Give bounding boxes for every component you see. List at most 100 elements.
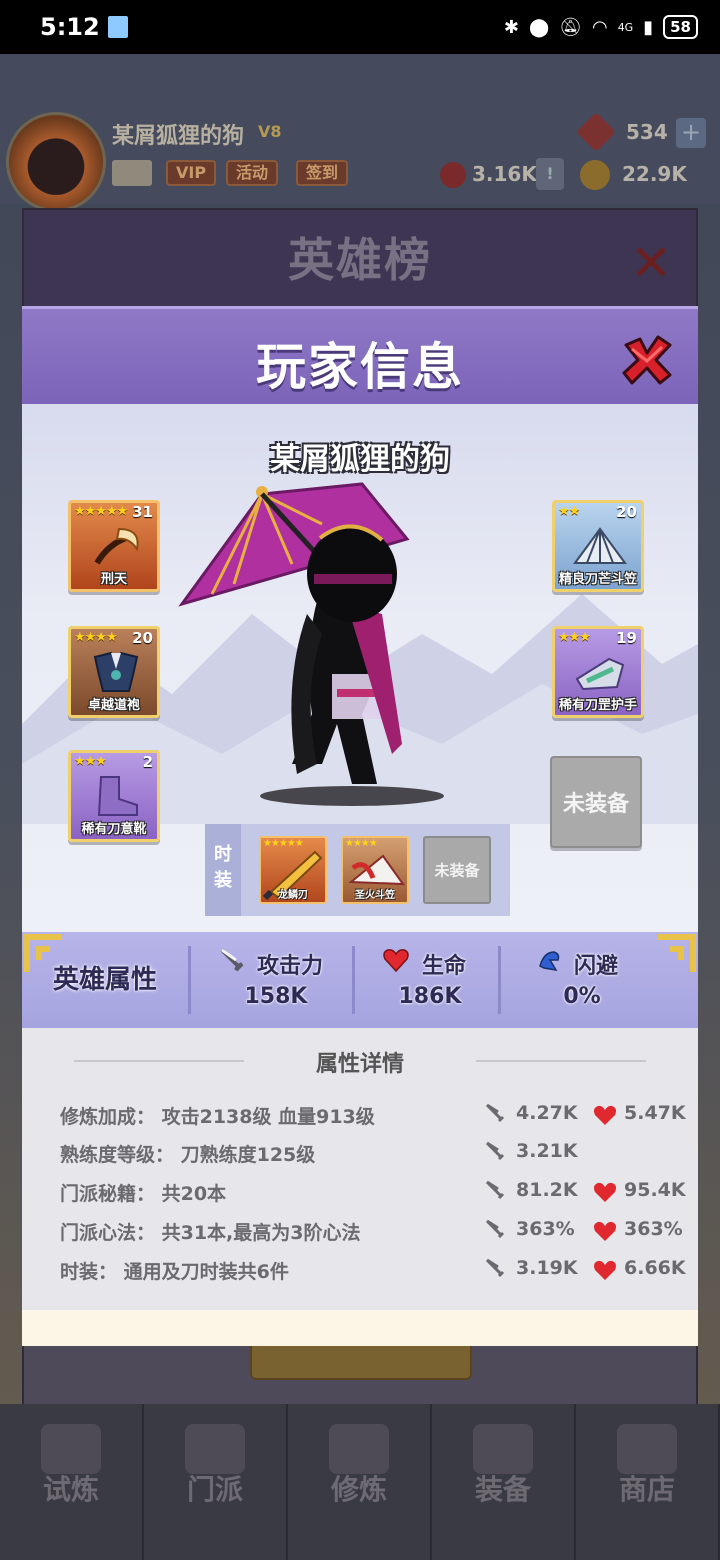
slot-item-name: 稀有刀意靴 [81, 822, 147, 837]
battery-indicator: 58 [663, 15, 698, 39]
nav-cultivate: 修炼 [288, 1404, 432, 1560]
detail-label: 门派秘籍： 共20本 [60, 1183, 227, 1205]
weapon-icon [94, 527, 139, 565]
hero-character [178, 482, 444, 806]
bg-vip-button: VIP [166, 160, 217, 186]
slot-level: 20 [616, 503, 637, 521]
slot-level: 20 [132, 629, 153, 647]
wifi-icon: ◠ [591, 16, 608, 38]
slot-stars: ★★★ [558, 630, 591, 645]
hero-stats-title: 英雄属性 [52, 965, 157, 995]
shop-icon [617, 1424, 677, 1474]
detail-row: 修炼加成： 攻击2138级 血量913级 4.27K 5.47K [60, 1102, 686, 1128]
bg-gold-button [250, 1340, 472, 1380]
leaderboard-close-icon: ✕ [630, 234, 672, 292]
detail-label: 门派心法： 共31本,最高为3阶心法 [60, 1222, 361, 1244]
dodge-value: 0% [563, 984, 601, 1009]
equip-slot-empty[interactable]: 未装备 [550, 756, 642, 848]
mail-icon [112, 160, 152, 186]
close-icon [622, 335, 672, 385]
equip-slot-hat[interactable]: ★★ 20 精良刀芒斗笠 [552, 500, 644, 592]
sword-icon [473, 1424, 533, 1474]
token-icon [440, 162, 466, 188]
slot-item-name: 刑天 [100, 572, 127, 587]
stats-divider [352, 946, 355, 1014]
details-title: 属性详情 [315, 1052, 404, 1077]
costume-stars: ★★★★★ [263, 838, 304, 849]
detail-row: 门派秘籍： 共20本 81.2K 95.4K [60, 1179, 686, 1205]
equip-slot-boots[interactable]: ★★★ 2 稀有刀意靴 [68, 750, 160, 842]
stat-dodge: 闪避 0% [508, 942, 656, 1018]
slot-stars: ★★ [558, 504, 580, 519]
bg-activity-button: 活动 [226, 160, 279, 186]
detail-label: 熟练度等级： 刀熟练度125级 [60, 1144, 316, 1166]
gauntlet-icon [575, 657, 625, 691]
download-icon [107, 16, 128, 38]
hero-stats-bar: 英雄属性 攻击力 158K 生命 186K 闪避 0% [22, 932, 698, 1028]
sword-icon [485, 1180, 505, 1200]
coin-icon [580, 160, 610, 190]
status-bar: 5:12 ✱ ⬤ 🔕︎ ◠ 4G ▮ 58 [0, 0, 720, 54]
costume-slot-hat[interactable]: ★★★★ 圣火斗笠 [341, 836, 409, 904]
stats-divider [498, 946, 501, 1014]
detail-row: 熟练度等级： 刀熟练度125级 3.21K [60, 1140, 578, 1166]
nav-equipment: 装备 [432, 1404, 576, 1560]
slot-item-name: 稀有刀罡护手 [558, 698, 637, 713]
ninja-icon [41, 1424, 101, 1474]
equip-slot-gloves[interactable]: ★★★ 19 稀有刀罡护手 [552, 626, 644, 718]
bluetooth-icon: ✱ [503, 16, 519, 38]
player-info-modal: 玩家信息 某屑狐狸的狗 ★★★★★ 31 刑天 ★★★★ 20 卓越道袍 ★★★… [22, 306, 698, 1346]
coin-count: 22.9K [622, 162, 687, 186]
costume-stars: ★★★★ [345, 838, 378, 849]
slot-item-name: 精良刀芒斗笠 [558, 572, 637, 587]
sword-icon [485, 1219, 505, 1239]
costume-name: 龙鳞刃 [278, 890, 308, 901]
token-count: 3.16K [472, 162, 537, 186]
costume-box: 时装 ★★★★★ 龙鳞刃 ★★★★ 圣火斗笠 未装备 [205, 824, 510, 916]
close-button[interactable] [618, 331, 676, 389]
slot-stars: ★★★★ [74, 630, 118, 645]
hp-value: 186K [398, 984, 462, 1009]
equip-slot-weapon[interactable]: ★★★★★ 31 刑天 [68, 500, 160, 592]
sword-icon [485, 1141, 505, 1161]
slot-level: 2 [142, 753, 153, 771]
heart-icon [594, 1260, 616, 1280]
slot-item-name: 卓越道袍 [87, 698, 140, 713]
add-gems-button: + [676, 118, 706, 148]
mute-icon: 🔕︎ [559, 16, 582, 38]
modal-header: 玩家信息 [22, 306, 698, 404]
modal-title: 玩家信息 [256, 338, 464, 396]
location-icon: ⬤ [528, 16, 550, 38]
robe-icon [93, 651, 139, 692]
costume-slot-blade[interactable]: ★★★★★ 龙鳞刃 [259, 836, 327, 904]
network-type: 4G [617, 20, 634, 34]
book-icon [329, 1424, 389, 1474]
nav-shop: 商店 [576, 1404, 720, 1560]
slot-stars: ★★★ [74, 754, 107, 769]
temple-icon [185, 1424, 245, 1474]
boots-icon [97, 776, 138, 816]
gem-count: 534 [626, 120, 668, 144]
hero-panel: 某屑狐狸的狗 ★★★★★ 31 刑天 ★★★★ 20 卓越道袍 ★★★ 2 稀有… [22, 404, 698, 932]
nav-sect: 门派 [144, 1404, 288, 1560]
detail-row: 门派心法： 共31本,最高为3阶心法 363% 363% [60, 1218, 683, 1244]
attribute-details: 属性详情 修炼加成： 攻击2138级 血量913级 4.27K 5.47K 熟练… [22, 1028, 698, 1310]
empty-slot-label: 未装备 [562, 792, 629, 817]
nav-trial: 试炼 [0, 1404, 144, 1560]
detail-label: 修炼加成： 攻击2138级 血量913级 [60, 1106, 375, 1128]
alert-icon: ! [536, 158, 564, 190]
stat-hp: 生命 186K [356, 942, 504, 1018]
sword-icon [485, 1103, 505, 1123]
status-time: 5:12 [40, 13, 100, 41]
bg-player-name: 某屑狐狸的狗 [112, 124, 245, 149]
heart-icon [594, 1182, 616, 1202]
bamboo-hat-icon [573, 527, 627, 564]
costume-slot-empty[interactable]: 未装备 [423, 836, 491, 904]
stats-divider [188, 946, 191, 1014]
attack-value: 158K [244, 984, 308, 1009]
bg-vip-level: V8 [258, 122, 282, 141]
leaderboard-title: 英雄榜 [24, 210, 696, 308]
heart-icon [594, 1105, 616, 1125]
equip-slot-armor[interactable]: ★★★★ 20 卓越道袍 [68, 626, 160, 718]
slot-level: 31 [132, 503, 153, 521]
